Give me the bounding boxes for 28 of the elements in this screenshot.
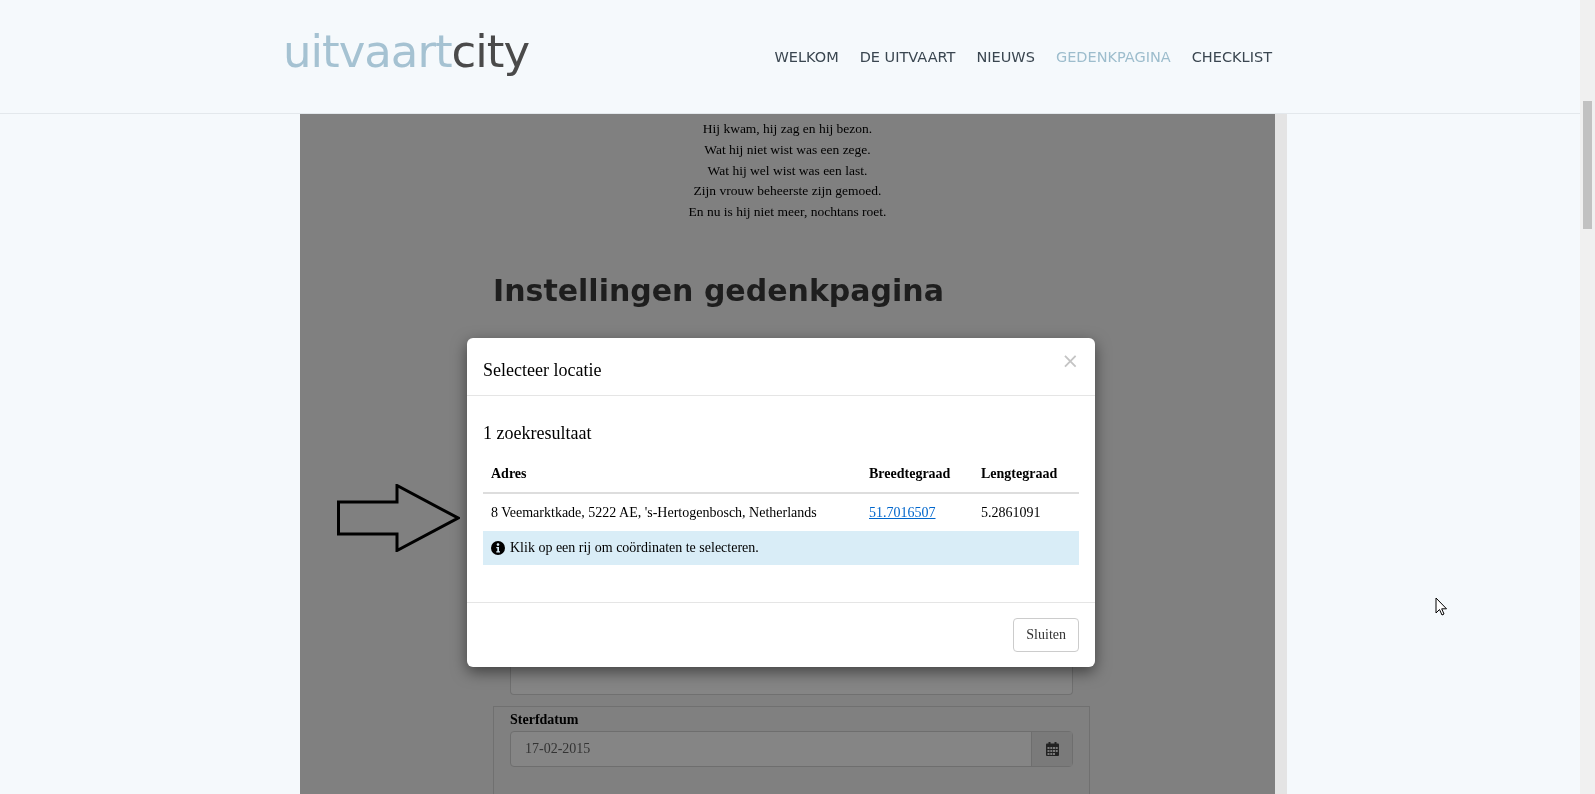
nav-link[interactable]: DE UITVAART (859, 48, 956, 65)
site-logo[interactable]: uitvaartcity (283, 25, 530, 78)
column-header: Breedtegraad (861, 458, 973, 493)
result-count: 1 zoekresultaat (483, 423, 593, 444)
table-cell[interactable]: 5.2861091 (972, 493, 1079, 531)
info-icon (491, 541, 505, 555)
poem-line: Hij kwam, hij zag en hij bezon. (701, 120, 874, 138)
column-header: Lengtegraad (972, 458, 1079, 493)
nav-link[interactable]: CHECKLIST (1191, 48, 1272, 65)
page-heading: Instellingen gedenkpagina (493, 273, 945, 308)
poem-line: Wat hij wel wist was een last. (706, 161, 869, 180)
field-label: Sterfdatum (510, 712, 580, 728)
info-text: Klik op een rij om coördinaten te selecteren. (510, 540, 759, 556)
modal-title: Selecteer locatie (483, 360, 602, 381)
input-field[interactable] (510, 667, 1073, 695)
nav-link[interactable]: NIEUWS (976, 48, 1035, 65)
poem-line: Zijn vrouw beheerste zijn gemoed. (692, 182, 883, 201)
scrollbar-thumb[interactable] (1583, 101, 1592, 229)
column-header: Adres (483, 458, 861, 493)
calendar-icon[interactable] (1045, 742, 1059, 756)
table-cell[interactable]: 8 Veemarktkade, 5222 AE, 's-Hertogenbosch, Netherlands (483, 493, 861, 531)
poem-line: Wat hij niet wist was een zege. (703, 140, 872, 159)
nav-link[interactable]: WELKOM (774, 48, 839, 65)
latitude-link[interactable]: 51.7016507 (869, 505, 936, 520)
date-field[interactable]: 17-02-2015 (510, 731, 1073, 767)
mouse-cursor-icon (1435, 597, 1448, 616)
poem-line: En nu is hij niet meer, nochtans roet. (688, 203, 887, 222)
close-dialog-button[interactable]: Sluiten (1013, 618, 1079, 652)
